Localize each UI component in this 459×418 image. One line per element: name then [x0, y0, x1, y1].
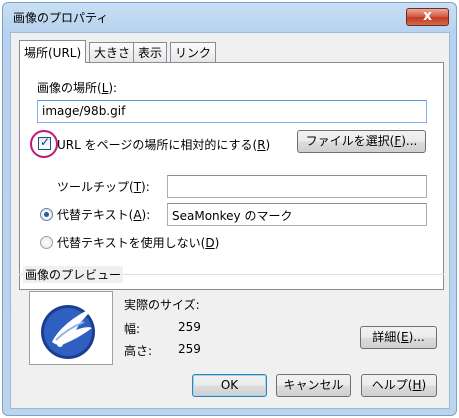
- tab-appearance[interactable]: 表示: [133, 42, 168, 62]
- dialog-body: 場所(URL) 大きさ 表示 リンク 画像の場所(L): image/98b.g…: [10, 32, 450, 409]
- image-location-value: image/98b.gif: [42, 104, 126, 118]
- height-label: 高さ:: [124, 344, 153, 358]
- ok-button[interactable]: OK: [192, 374, 267, 397]
- tab-appearance-label: 表示: [138, 46, 163, 60]
- tab-link[interactable]: リンク: [170, 42, 217, 62]
- image-location-input[interactable]: image/98b.gif: [37, 100, 427, 123]
- tooltip-input[interactable]: [167, 175, 427, 198]
- help-button[interactable]: ヘルプ(H): [361, 374, 437, 397]
- height-value: 259: [178, 342, 201, 356]
- location-tab-panel: 画像の場所(L): image/98b.gif ✓ URL をページの場所に相対…: [19, 62, 444, 290]
- no-alt-text-label[interactable]: 代替テキストを使用しない(D): [57, 234, 219, 251]
- image-properties-dialog: 画像のプロパティ x 場所(URL) 大きさ 表示 リンク 画像の場所(L): …: [2, 2, 457, 416]
- image-location-label: 画像の場所(L):: [37, 81, 118, 95]
- cancel-button[interactable]: キャンセル: [276, 374, 351, 397]
- alt-text-value: SeaMonkey のマーク: [172, 209, 293, 223]
- checkmark-icon: ✓: [40, 135, 51, 149]
- radio-selected-dot: [44, 212, 49, 217]
- width-value: 259: [178, 320, 201, 334]
- image-preview: [29, 291, 113, 365]
- alt-text-label[interactable]: 代替テキスト(A):: [57, 206, 150, 223]
- close-button[interactable]: x: [406, 8, 449, 26]
- alt-text-input[interactable]: SeaMonkey のマーク: [167, 203, 427, 226]
- actual-size-label: 実際のサイズ:: [124, 298, 200, 312]
- tab-location[interactable]: 場所(URL): [19, 40, 87, 63]
- tab-location-label: 場所(URL): [24, 46, 82, 60]
- close-icon: x: [422, 8, 433, 24]
- seamonkey-logo-icon: [41, 305, 96, 359]
- choose-file-button[interactable]: ファイルを選択(F)...: [297, 130, 426, 153]
- tab-dimensions[interactable]: 大きさ: [89, 42, 136, 62]
- tab-link-label: リンク: [175, 46, 212, 60]
- tab-dimensions-label: 大きさ: [94, 46, 131, 60]
- preview-group-label: 画像のプレビュー: [23, 266, 124, 283]
- no-alt-text-radio[interactable]: [40, 236, 53, 249]
- relative-url-checkbox[interactable]: ✓: [38, 135, 51, 150]
- alt-text-radio[interactable]: [40, 208, 53, 221]
- tooltip-label: ツールチップ(T):: [57, 180, 150, 194]
- relative-url-label[interactable]: URL をページの場所に相対的にする(R): [57, 136, 270, 153]
- title-bar[interactable]: 画像のプロパティ x: [3, 3, 456, 31]
- details-button[interactable]: 詳細(E)...: [360, 326, 437, 349]
- window-title: 画像のプロパティ: [13, 11, 109, 25]
- width-label: 幅:: [124, 322, 141, 336]
